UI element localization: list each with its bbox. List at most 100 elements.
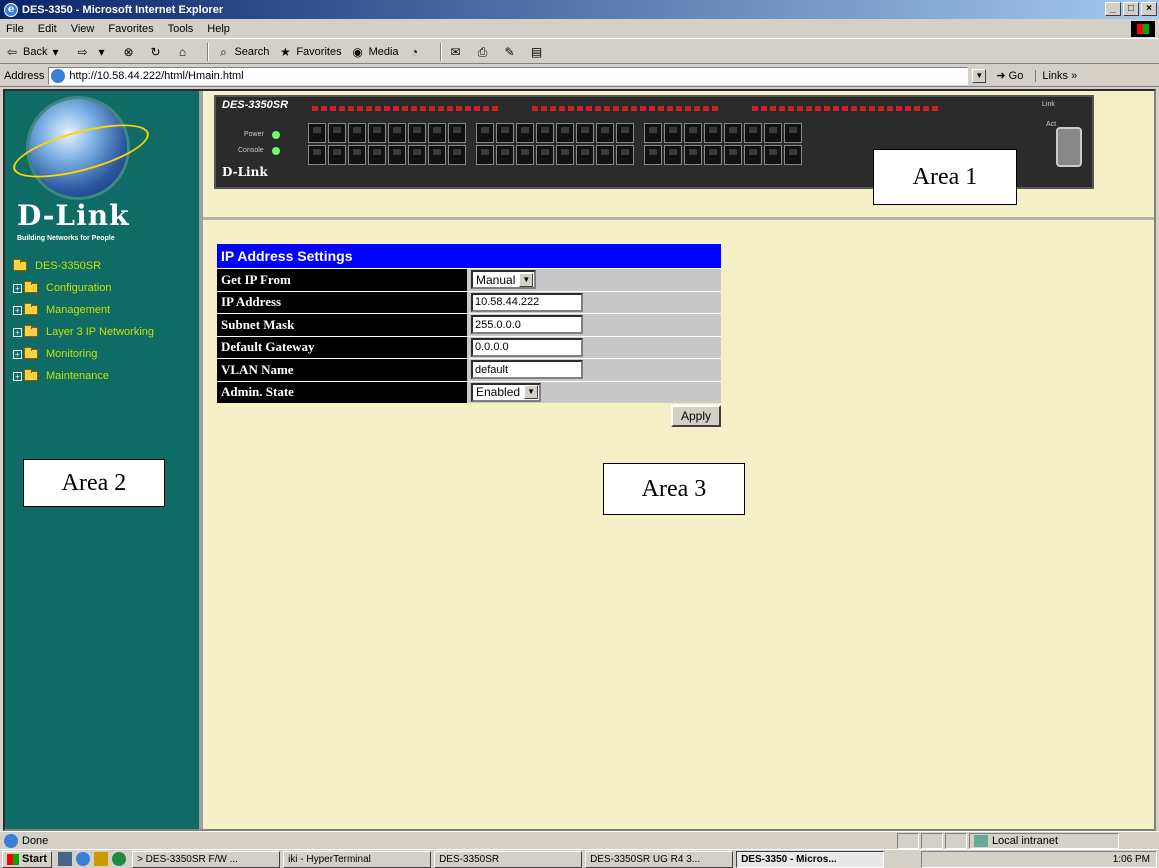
port[interactable]	[388, 123, 406, 143]
port[interactable]	[448, 123, 466, 143]
port[interactable]	[368, 145, 386, 165]
expand-icon[interactable]: +	[13, 327, 22, 337]
close-button[interactable]: ×	[1141, 2, 1157, 16]
outlook-icon[interactable]	[94, 852, 109, 866]
port[interactable]	[664, 145, 682, 165]
menu-favorites[interactable]: Favorites	[108, 23, 153, 35]
mail-button[interactable]: ✉	[448, 44, 467, 60]
home-button[interactable]: ⌂	[174, 44, 193, 60]
media-button[interactable]: ◉ Media	[350, 44, 398, 60]
address-dropdown-icon[interactable]: ▼	[972, 68, 987, 83]
port[interactable]	[496, 145, 514, 165]
start-button[interactable]: Start	[2, 850, 53, 868]
task-button-folder[interactable]: DES-3350SR	[434, 850, 583, 868]
port[interactable]	[704, 145, 722, 165]
ip-address-input[interactable]: 10.58.44.222	[471, 292, 583, 312]
stop-button[interactable]: ⊗	[120, 44, 139, 60]
address-input[interactable]: http://10.58.44.222/html/Hmain.html	[48, 66, 969, 85]
port[interactable]	[704, 123, 722, 143]
dropdown-icon[interactable]: ▾	[93, 44, 109, 60]
port[interactable]	[448, 145, 466, 165]
nav-item-configuration[interactable]: + Configuration	[13, 277, 154, 299]
desktop-icon[interactable]	[58, 852, 73, 866]
expand-icon[interactable]: +	[13, 283, 22, 293]
port[interactable]	[388, 145, 406, 165]
port[interactable]	[576, 145, 594, 165]
links-button[interactable]: Links »	[1035, 69, 1077, 82]
port[interactable]	[556, 123, 574, 143]
port[interactable]	[348, 123, 366, 143]
discuss-button[interactable]: ▤	[529, 44, 548, 60]
port[interactable]	[536, 145, 554, 165]
nav-root-des3350sr[interactable]: DES-3350SR	[13, 255, 154, 277]
vlan-name-input[interactable]: default	[471, 360, 583, 380]
port[interactable]	[596, 145, 614, 165]
history-button[interactable]: ◔	[407, 44, 426, 60]
port[interactable]	[744, 145, 762, 165]
task-button-ie[interactable]: DES-3350 - Micros...	[736, 850, 885, 868]
port[interactable]	[644, 145, 662, 165]
forward-button[interactable]: ⇨ ▾	[74, 44, 112, 60]
nav-item-monitoring[interactable]: + Monitoring	[13, 343, 154, 365]
favorites-button[interactable]: ★ Favorites	[277, 44, 342, 60]
port[interactable]	[408, 145, 426, 165]
menu-view[interactable]: View	[71, 23, 95, 35]
port[interactable]	[496, 123, 514, 143]
port[interactable]	[596, 123, 614, 143]
menu-edit[interactable]: Edit	[38, 23, 57, 35]
nav-item-maintenance[interactable]: + Maintenance	[13, 365, 154, 387]
port[interactable]	[428, 123, 446, 143]
frame-divider[interactable]	[203, 217, 1154, 220]
port[interactable]	[308, 145, 326, 165]
port[interactable]	[784, 123, 802, 143]
port[interactable]	[476, 145, 494, 165]
subnet-mask-input[interactable]: 255.0.0.0	[471, 315, 583, 335]
go-button[interactable]: ➜ Go	[996, 69, 1023, 82]
maximize-button[interactable]: □	[1123, 2, 1139, 16]
port[interactable]	[408, 123, 426, 143]
port[interactable]	[724, 145, 742, 165]
port[interactable]	[684, 145, 702, 165]
port[interactable]	[328, 145, 346, 165]
nav-item-management[interactable]: + Management	[13, 299, 154, 321]
port[interactable]	[784, 145, 802, 165]
ie-quicklaunch-icon[interactable]	[76, 852, 91, 866]
port[interactable]	[724, 123, 742, 143]
port[interactable]	[476, 123, 494, 143]
port[interactable]	[556, 145, 574, 165]
edit-button[interactable]: ✎	[502, 44, 521, 60]
dropdown-icon[interactable]: ▾	[47, 44, 63, 60]
port[interactable]	[516, 145, 534, 165]
get-ip-from-select[interactable]: Manual ▼	[471, 270, 537, 290]
admin-state-select[interactable]: Enabled ▼	[471, 382, 542, 402]
port[interactable]	[516, 123, 534, 143]
port[interactable]	[684, 123, 702, 143]
port[interactable]	[644, 123, 662, 143]
port[interactable]	[616, 123, 634, 143]
port[interactable]	[616, 145, 634, 165]
menu-file[interactable]: File	[6, 23, 24, 35]
task-button-hyperterminal[interactable]: iki - HyperTerminal	[283, 850, 432, 868]
expand-icon[interactable]: +	[13, 349, 22, 359]
print-button[interactable]: ⎙	[475, 44, 494, 60]
media-player-icon[interactable]	[112, 852, 127, 866]
apply-button[interactable]: Apply	[670, 405, 721, 427]
expand-icon[interactable]: +	[13, 371, 22, 381]
port[interactable]	[308, 123, 326, 143]
refresh-button[interactable]: ↻	[147, 44, 166, 60]
task-button-firmware[interactable]: > DES-3350SR F/W ...	[132, 850, 281, 868]
search-button[interactable]: ⌕ Search	[215, 44, 269, 60]
nav-item-layer3[interactable]: + Layer 3 IP Networking	[13, 321, 154, 343]
port[interactable]	[348, 145, 366, 165]
clock[interactable]: 1:06 PM	[1113, 854, 1150, 865]
port[interactable]	[428, 145, 446, 165]
port[interactable]	[576, 123, 594, 143]
task-button-word-doc[interactable]: DES-3350SR UG R4 3...	[585, 850, 734, 868]
menu-help[interactable]: Help	[207, 23, 230, 35]
port[interactable]	[664, 123, 682, 143]
port[interactable]	[328, 123, 346, 143]
port[interactable]	[744, 123, 762, 143]
port[interactable]	[764, 145, 782, 165]
port[interactable]	[536, 123, 554, 143]
back-button[interactable]: ⇦ Back ▾	[4, 44, 66, 60]
